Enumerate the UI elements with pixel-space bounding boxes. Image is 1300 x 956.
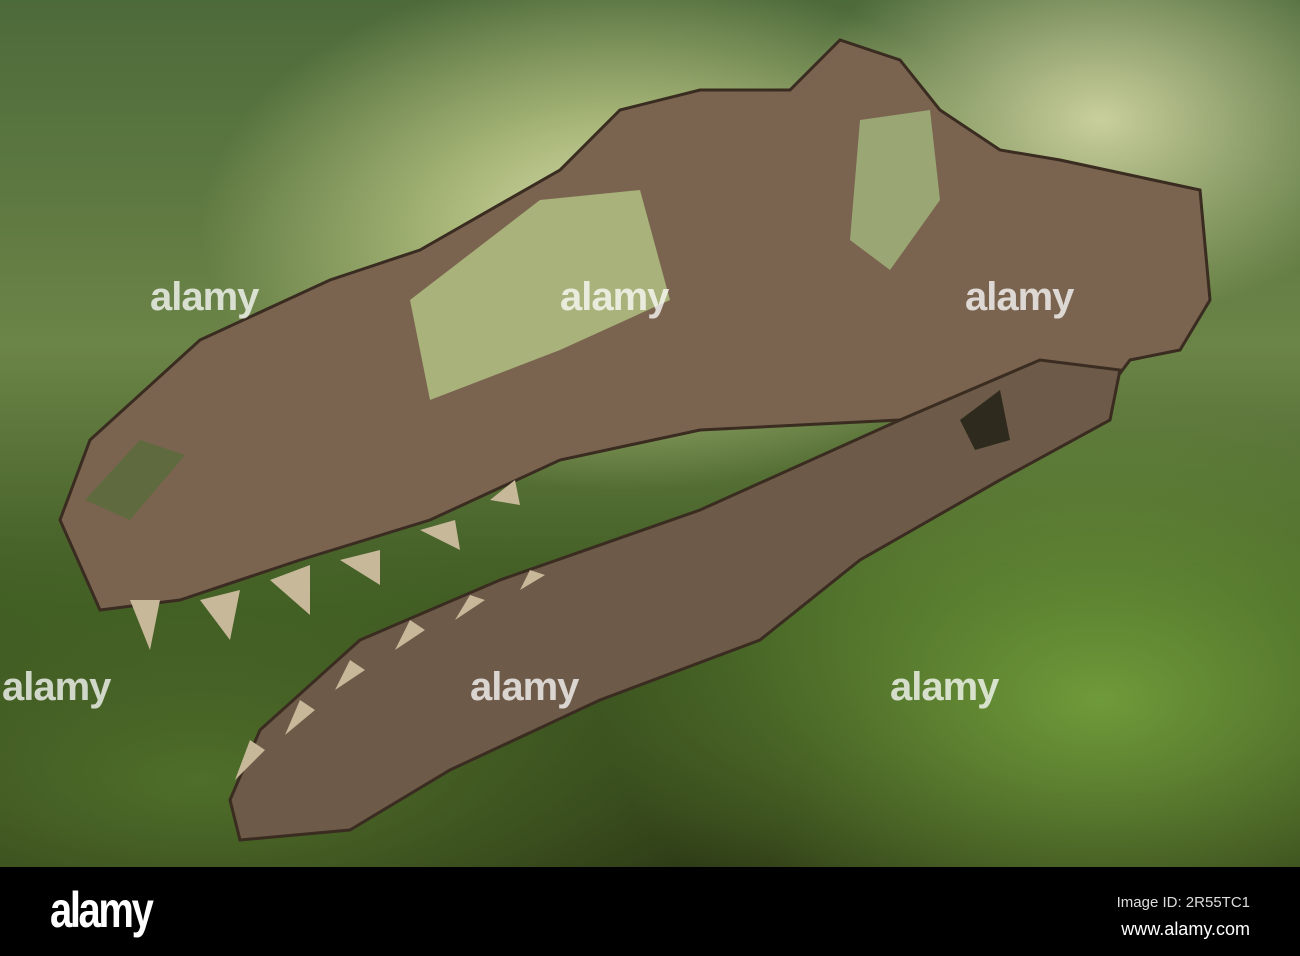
alamy-logo: alamy — [50, 882, 154, 938]
watermark: alamy — [560, 275, 669, 319]
website-link: www.alamy.com — [1121, 919, 1250, 939]
watermark: alamy — [470, 665, 579, 709]
dinosaur-skull-photo: alamy alamy alamy alamy alamy alamy — [0, 0, 1300, 867]
watermark: alamy — [2, 665, 111, 709]
watermark: alamy — [965, 275, 1074, 319]
image-id: Image ID: 2R55TC1 — [1116, 894, 1250, 911]
watermark: alamy — [150, 275, 259, 319]
watermark: alamy — [890, 665, 999, 709]
skull-illustration — [58, 38, 1212, 842]
footer-bar: alamy Image ID: 2R55TC1 www.alamy.com — [0, 867, 1300, 956]
skull-upper — [58, 38, 1212, 612]
